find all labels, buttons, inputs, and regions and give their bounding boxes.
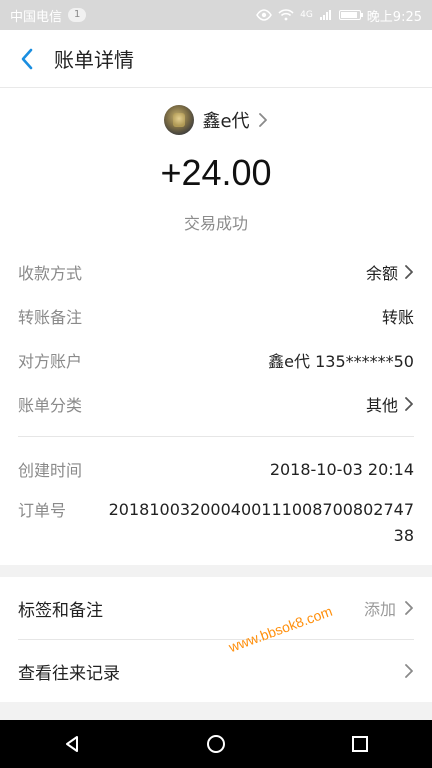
app-bar: 账单详情: [0, 30, 432, 88]
nav-back-button[interactable]: [50, 722, 94, 766]
menu-right: 添加: [364, 596, 414, 620]
detail-row-counterparty: 对方账户 鑫e代 135******50: [18, 338, 414, 382]
nav-home-icon: [207, 735, 225, 753]
detail-value: 余额: [366, 260, 414, 284]
detail-value-text: 2018-10-03 20:14: [269, 459, 414, 479]
status-time: 晚上9:25: [366, 9, 422, 25]
detail-value-text: 转账: [381, 308, 414, 327]
detail-row-payment-method[interactable]: 收款方式 余额: [18, 250, 414, 294]
detail-value-text: 余额: [365, 264, 398, 283]
order-number-value: 201810032000400111008700802747 38: [104, 497, 414, 549]
bill-actions: 标签和备注 添加 查看往来记录 www.bbsok8.com: [0, 577, 432, 702]
page-title: 账单详情: [54, 48, 134, 72]
detail-value-text: 其他: [365, 396, 398, 415]
menu-right: [396, 664, 414, 678]
merchant-name: 鑫e代: [202, 111, 250, 132]
nav-back-icon: [66, 736, 78, 752]
chevron-right-icon: [405, 265, 413, 279]
notification-count-badge: 1: [68, 8, 87, 22]
nav-recent-icon: [352, 736, 368, 752]
nav-home-button[interactable]: [194, 722, 238, 766]
bill-summary: 鑫e代 +24.00 交易成功: [0, 88, 432, 250]
detail-label: 收款方式: [18, 264, 83, 283]
section-gap: [0, 565, 432, 577]
detail-label: 转账备注: [18, 308, 83, 327]
detail-value: 转账: [382, 304, 414, 328]
menu-label: 查看往来记录: [18, 663, 120, 684]
chevron-right-icon: [405, 601, 413, 615]
detail-label: 账单分类: [18, 396, 83, 415]
detail-value: 其他: [366, 392, 414, 416]
detail-row-order-number: 订单号 201810032000400111008700802747 38: [18, 491, 414, 549]
menu-label: 标签和备注: [18, 600, 103, 621]
detail-row-created-time: 创建时间 2018-10-03 20:14: [18, 447, 414, 491]
merchant-row[interactable]: 鑫e代: [0, 105, 432, 135]
menu-action: 添加: [363, 600, 396, 619]
detail-label: 创建时间: [18, 461, 83, 480]
system-nav-bar: [0, 720, 432, 768]
transaction-status: 交易成功: [183, 214, 248, 233]
signal-icon: [319, 10, 331, 20]
chevron-right-icon: [405, 397, 413, 411]
battery-icon: [338, 10, 363, 20]
divider: [18, 436, 414, 437]
detail-label: 订单号: [18, 501, 67, 520]
status-bar: 中国电信 1 4G 晚上9:25: [0, 0, 432, 30]
amount: +24.00: [160, 152, 272, 193]
bill-card: 鑫e代 +24.00 交易成功 收款方式 余额 转账备注 转账 对方账户 鑫e代…: [0, 88, 432, 565]
eye-icon: [256, 9, 272, 21]
detail-row-transfer-note: 转账备注 转账: [18, 294, 414, 338]
status-right: 4G 晚上9:25: [256, 6, 422, 25]
chevron-right-icon: [405, 664, 413, 678]
carrier-label: 中国电信: [10, 9, 63, 25]
detail-value: 鑫e代 135******50: [268, 348, 414, 372]
nav-recent-button[interactable]: [338, 722, 382, 766]
status-left: 中国电信 1: [10, 6, 87, 25]
order-number-line-1: 201810032000400111008700802747: [108, 500, 414, 519]
back-icon[interactable]: [18, 48, 36, 70]
chevron-right-icon: [258, 113, 267, 127]
wifi-icon: [278, 9, 294, 21]
bill-details: 收款方式 余额 转账备注 转账 对方账户 鑫e代 135******50 账单分…: [0, 250, 432, 565]
detail-row-category[interactable]: 账单分类 其他: [18, 382, 414, 426]
menu-item-history[interactable]: 查看往来记录: [18, 640, 414, 702]
detail-label: 对方账户: [18, 352, 83, 371]
detail-value: 2018-10-03 20:14: [270, 460, 414, 479]
merchant-avatar: [164, 105, 195, 135]
order-number-line-2: 38: [393, 526, 414, 545]
menu-item-tags-notes[interactable]: 标签和备注 添加: [18, 577, 414, 639]
signal-type-label: 4G: [300, 10, 313, 20]
detail-value-text: 鑫e代 135******50: [268, 352, 414, 371]
